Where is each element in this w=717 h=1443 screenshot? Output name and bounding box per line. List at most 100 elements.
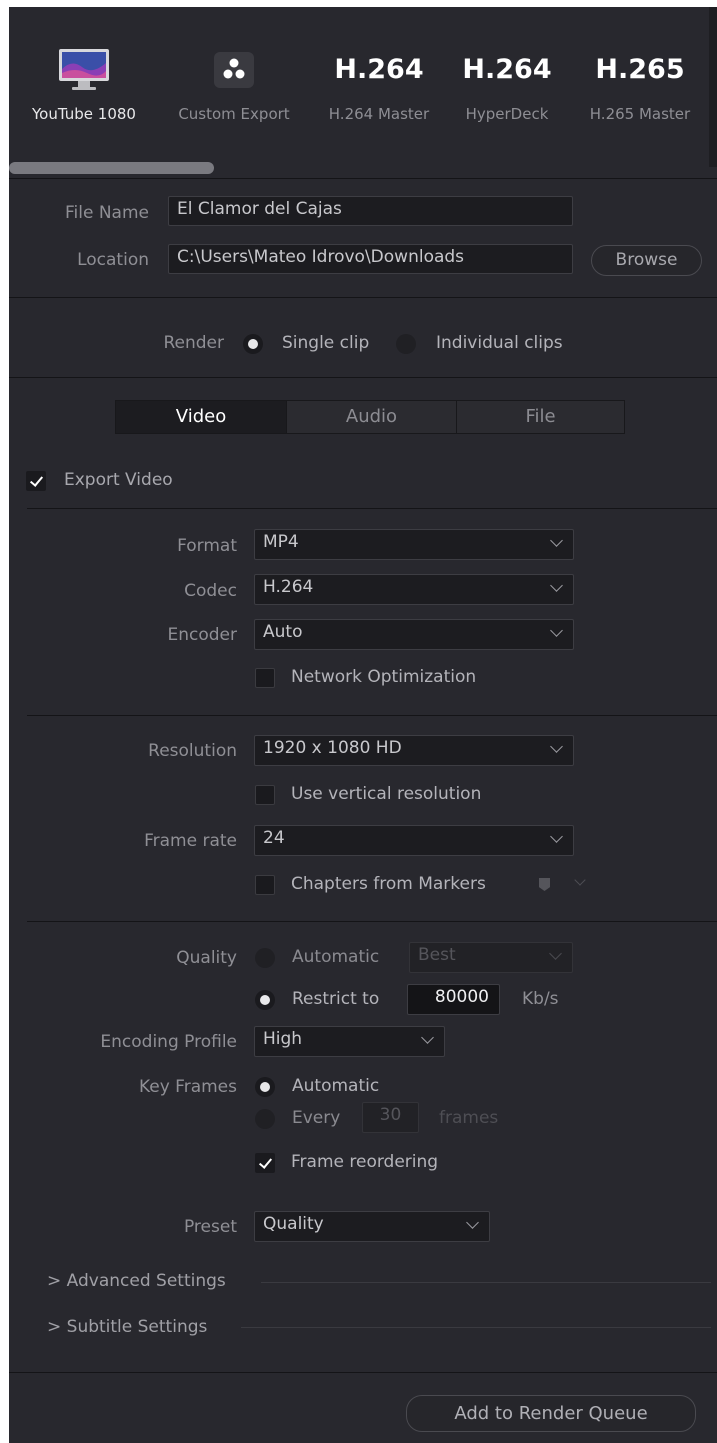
divider <box>9 178 717 179</box>
format-value: MP4 <box>263 532 299 552</box>
vertical-resolution-checkbox[interactable] <box>255 785 275 805</box>
chevron-down-icon <box>466 1216 479 1229</box>
preset-caption: H.265 Master <box>589 105 691 123</box>
encoding-profile-value: High <box>263 1029 303 1049</box>
restrict-to-unit: Kb/s <box>522 989 559 1009</box>
preset-caption: HyperDeck <box>465 105 549 123</box>
network-optimization-label: Network Optimization <box>291 667 477 687</box>
quality-best-dropdown[interactable]: Best <box>409 942 573 973</box>
restrict-to-radio[interactable] <box>255 990 275 1010</box>
keyframes-every-input[interactable]: 30 <box>362 1102 419 1133</box>
section-line <box>261 1282 711 1283</box>
keyframes-automatic-label: Automatic <box>292 1076 380 1096</box>
chevron-down-icon <box>550 740 563 753</box>
chevron-down-icon <box>549 947 562 960</box>
chevron-down-icon <box>550 579 563 592</box>
presets-scrollbar[interactable] <box>9 162 214 174</box>
network-optimization-checkbox[interactable] <box>255 668 275 688</box>
restrict-to-label: Restrict to <box>292 989 380 1009</box>
section-line <box>241 1327 711 1328</box>
file-name-label: File Name <box>64 203 149 223</box>
preset-custom-export[interactable]: Custom Export <box>169 47 299 123</box>
restrict-to-input[interactable]: 80000 <box>407 984 500 1015</box>
keyframes-frames-label: frames <box>439 1108 499 1128</box>
advanced-settings-toggle[interactable]: > Advanced Settings <box>47 1271 226 1291</box>
presets-edge <box>709 7 717 167</box>
individual-clips-label: Individual clips <box>436 333 563 353</box>
render-label: Render <box>163 333 224 353</box>
quality-label: Quality <box>176 948 237 968</box>
chevron-down-icon <box>550 624 563 637</box>
chevron-down-icon <box>550 534 563 547</box>
quality-automatic-radio[interactable] <box>255 948 275 968</box>
export-video-label: Export Video <box>64 470 173 490</box>
file-name-input[interactable]: El Clamor del Cajas <box>168 196 573 226</box>
preset-label: Preset <box>183 1217 237 1237</box>
tab-audio[interactable]: Audio <box>286 401 456 433</box>
frame-rate-label: Frame rate <box>144 831 237 851</box>
preset-caption: Custom Export <box>178 105 290 123</box>
settings-tabs: Video Audio File <box>115 400 625 434</box>
location-input[interactable]: C:\Users\Mateo Idrovo\Downloads <box>168 244 573 274</box>
chevron-down-icon[interactable] <box>574 874 586 886</box>
quality-automatic-label: Automatic <box>292 947 380 967</box>
preset-value: Quality <box>263 1214 324 1234</box>
encoder-label: Encoder <box>167 625 237 645</box>
divider <box>27 715 717 716</box>
encoder-dropdown[interactable]: Auto <box>254 619 574 650</box>
preset-hyperdeck[interactable]: H.264 HyperDeck <box>442 47 572 123</box>
tab-video[interactable]: Video <box>116 401 286 433</box>
frame-rate-dropdown[interactable]: 24 <box>254 825 574 856</box>
monitor-icon <box>19 47 149 93</box>
preset-dropdown[interactable]: Quality <box>254 1211 490 1242</box>
keyframes-every-radio[interactable] <box>255 1109 275 1129</box>
preset-icon-text: H.265 <box>595 54 685 85</box>
divider <box>27 508 717 509</box>
divider <box>27 921 717 922</box>
divider <box>9 1372 717 1373</box>
preset-icon-text: H.264 <box>334 54 424 85</box>
chevron-down-icon <box>421 1031 434 1044</box>
key-frames-label: Key Frames <box>138 1077 237 1097</box>
location-label: Location <box>77 250 149 270</box>
preset-h264-master[interactable]: H.264 H.264 Master <box>314 47 444 123</box>
vertical-resolution-label: Use vertical resolution <box>291 784 482 804</box>
encoder-value: Auto <box>263 622 303 642</box>
preset-caption: H.264 Master <box>328 105 430 123</box>
codec-dropdown[interactable]: H.264 <box>254 574 574 605</box>
preset-h265-master[interactable]: H.265 H.265 Master <box>575 47 705 123</box>
marker-icon[interactable] <box>539 878 550 891</box>
davinci-logo-icon <box>169 47 299 93</box>
individual-clips-radio[interactable] <box>396 334 416 354</box>
add-to-render-queue-button[interactable]: Add to Render Queue <box>406 1395 696 1432</box>
codec-value: H.264 <box>263 577 314 597</box>
chapters-label: Chapters from Markers <box>291 874 486 894</box>
format-dropdown[interactable]: MP4 <box>254 529 574 560</box>
frame-rate-value: 24 <box>263 828 285 848</box>
encoding-profile-label: Encoding Profile <box>100 1032 237 1052</box>
encoding-profile-dropdown[interactable]: High <box>254 1026 445 1057</box>
preset-youtube-1080[interactable]: YouTube 1080 <box>19 47 149 123</box>
codec-label: Codec <box>184 581 237 601</box>
keyframes-every-label: Every <box>292 1108 341 1128</box>
format-label: Format <box>177 536 237 556</box>
keyframes-automatic-radio[interactable] <box>255 1077 275 1097</box>
resolution-label: Resolution <box>148 741 237 761</box>
single-clip-radio[interactable] <box>243 334 263 354</box>
frame-reordering-checkbox[interactable] <box>255 1153 275 1173</box>
subtitle-settings-toggle[interactable]: > Subtitle Settings <box>47 1317 207 1337</box>
single-clip-label: Single clip <box>282 333 370 353</box>
render-settings-panel: YouTube 1080 Custom Export H.264 H.264 M… <box>9 7 717 1443</box>
divider <box>9 297 717 298</box>
export-video-checkbox[interactable] <box>26 471 46 491</box>
divider <box>9 377 717 378</box>
frame-reordering-label: Frame reordering <box>291 1152 439 1172</box>
quality-best-value: Best <box>418 945 456 965</box>
resolution-value: 1920 x 1080 HD <box>263 738 402 758</box>
browse-button[interactable]: Browse <box>591 245 702 276</box>
chapters-checkbox[interactable] <box>255 875 275 895</box>
resolution-dropdown[interactable]: 1920 x 1080 HD <box>254 735 574 766</box>
preset-icon-text: H.264 <box>462 54 552 85</box>
tab-file[interactable]: File <box>456 401 624 433</box>
chevron-down-icon <box>550 830 563 843</box>
